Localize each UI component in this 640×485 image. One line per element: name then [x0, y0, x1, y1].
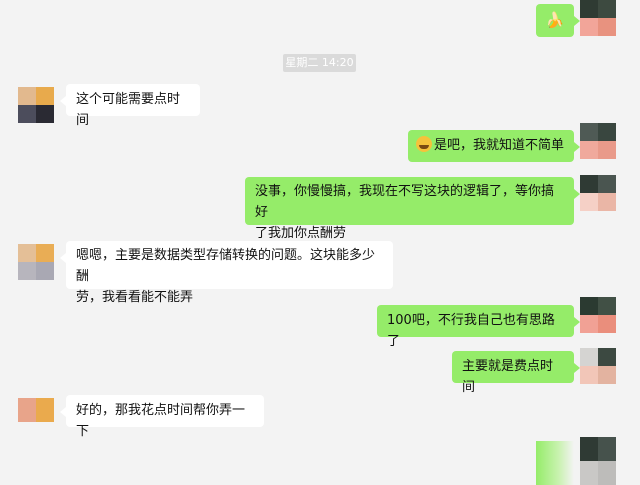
- message-bubble-other[interactable]: 嗯嗯，主要是数据类型存储转换的问题。这块能多少酬 劳，我看看能不能弄: [60, 241, 393, 305]
- message-bubble-other[interactable]: 这个可能需要点时间: [60, 84, 200, 128]
- message-bubble-partial[interactable]: [536, 441, 574, 485]
- message-text: 这个可能需要点时间: [76, 92, 181, 128]
- contact-avatar[interactable]: [18, 87, 54, 123]
- my-avatar[interactable]: [580, 123, 616, 159]
- message-text: 100吧，不行我自己也有思路了: [387, 313, 555, 349]
- my-avatar[interactable]: [580, 297, 616, 333]
- contact-avatar[interactable]: [18, 398, 54, 422]
- my-avatar[interactable]: [580, 437, 616, 485]
- grin-emoji-icon: [416, 136, 432, 152]
- timestamp: 星期二 14:20: [283, 54, 356, 72]
- message-bubble-other[interactable]: 好的，那我花点时间帮你弄一下: [60, 395, 264, 439]
- message-bubble-sticker[interactable]: 🍌: [536, 4, 580, 37]
- message-bubble-me[interactable]: 没事，你慢慢搞，我现在不写这块的逻辑了，等你搞好 了我加你点酬劳: [245, 177, 580, 241]
- message-bubble-me[interactable]: 主要就是费点时间: [452, 351, 580, 395]
- my-avatar[interactable]: [580, 348, 616, 384]
- banana-sticker-icon: 🍌: [545, 11, 565, 29]
- message-bubble-me[interactable]: 是吧，我就知道不简单: [408, 130, 580, 162]
- message-text: 好的，那我花点时间帮你弄一下: [76, 403, 246, 439]
- message-text-line: 嗯嗯，主要是数据类型存储转换的问题。这块能多少酬: [76, 248, 376, 284]
- my-avatar[interactable]: [580, 175, 616, 211]
- message-text: 是吧，我就知道不简单: [434, 138, 565, 153]
- message-bubble-me[interactable]: 100吧，不行我自己也有思路了: [377, 305, 580, 349]
- contact-avatar[interactable]: [18, 244, 54, 280]
- message-text: 主要就是费点时间: [462, 359, 554, 395]
- message-text-line: 没事，你慢慢搞，我现在不写这块的逻辑了，等你搞好: [255, 184, 555, 220]
- my-avatar[interactable]: [580, 0, 616, 36]
- message-text-line: 劳，我看看能不能弄: [76, 290, 194, 305]
